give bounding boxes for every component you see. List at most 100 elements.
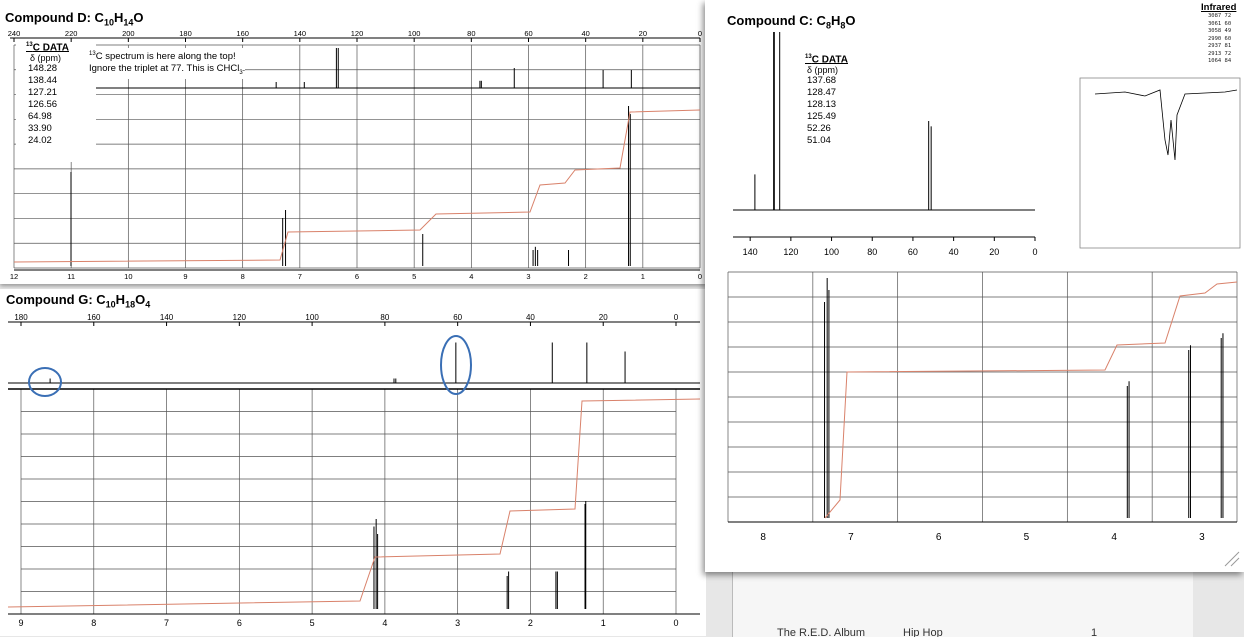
h1-tick-label: 12 — [10, 272, 18, 281]
integral-curve — [824, 281, 1238, 519]
h1-tick-label: 9 — [18, 618, 23, 628]
h1-tick-label: 6 — [936, 532, 942, 543]
c13-unit: δ (ppm) — [30, 53, 62, 64]
h1-tick-label: 7 — [848, 532, 854, 543]
c13-value: 128.47 — [807, 87, 837, 99]
h1-tick-label: 5 — [412, 272, 416, 281]
h1-tick-label: 7 — [298, 272, 302, 281]
c13-value: 126.56 — [28, 99, 58, 111]
c13-value: 125.49 — [807, 111, 837, 123]
h1-tick-label: 11 — [67, 272, 75, 281]
compound-g-spectrum: 180 160 140 120 100 80 60 40 20 0 9 8 7 6 5 4 3 2 1 0 — [7, 313, 701, 628]
c13-value: 51.04 — [807, 135, 831, 147]
c13-unit: δ (ppm) — [807, 65, 839, 76]
c13-tick-label: 140 — [294, 29, 307, 38]
c13-tick-label: 40 — [949, 247, 959, 257]
h1-tick-label: 4 — [469, 272, 473, 281]
c13-tick-label: 80 — [467, 29, 475, 38]
c13-tick-label: 80 — [867, 247, 877, 257]
c13-value: 138.44 — [28, 75, 58, 87]
compound-d-c13-table: 13C DATA δ (ppm) 148.28 138.44 127.21 126.5… — [16, 42, 96, 162]
c13-tick-label: 120 — [233, 313, 247, 322]
c13-tick-label: 180 — [14, 313, 28, 322]
c13-tick-label: 60 — [524, 29, 532, 38]
c13-tick-label: 0 — [1032, 247, 1037, 257]
c13-tick-label: 40 — [526, 313, 535, 322]
c13-tick-label: 80 — [380, 313, 389, 322]
c13-tick-label: 60 — [453, 313, 462, 322]
h1-tick-label: 3 — [1199, 532, 1205, 543]
h1-tick-label: 8 — [241, 272, 245, 281]
c13-tick-label: 60 — [908, 247, 918, 257]
compound-d-note: 13C spectrum is here along the top! Igno… — [89, 48, 246, 80]
c13-tick-label: 120 — [351, 29, 364, 38]
c13-value: 137.68 — [807, 75, 837, 87]
c13-value: 127.21 — [28, 87, 58, 99]
h1-tick-label: 5 — [310, 618, 315, 628]
h1-tick-label: 0 — [673, 618, 678, 628]
h1-tick-label: 10 — [124, 272, 132, 281]
h1-tick-label: 9 — [183, 272, 187, 281]
compound-d-panel: Compound D: C10H14O 240 220 200 180 160 140 12… — [0, 0, 706, 284]
c13-tick-label: 220 — [65, 29, 78, 38]
resize-grip — [1224, 551, 1240, 567]
h1-tick-label: 6 — [355, 272, 359, 281]
c13-tick-label: 40 — [581, 29, 589, 38]
h1-tick-label: 4 — [382, 618, 387, 628]
ir-peak-table: 3087 72 3061 60 3058 49 2990 60 2937 81 2913 … — [1208, 13, 1231, 66]
h1-tick-label: 8 — [760, 532, 766, 543]
ir-row: 3087 72 — [1208, 13, 1232, 19]
c13-value-list: 137.68 128.47 128.13 125.49 52.26 51.04 — [807, 75, 848, 147]
c13-tick-label: 160 — [87, 313, 101, 322]
c13-value: 128.13 — [807, 99, 837, 111]
c13-tick-label: 140 — [743, 247, 758, 257]
compound-c-panel: Compound C: C8H8O 140 120 100 80 60 40 20 0 8 7 6 5… — [705, 0, 1244, 572]
h1-tick-label: 7 — [164, 618, 169, 628]
compound-c-c13-table: 13C DATA δ (ppm) 137.68 128.47 128.13 125.4… — [805, 54, 848, 147]
ir-row: 2937 81 — [1208, 43, 1232, 49]
c13-tick-label: 160 — [236, 29, 249, 38]
c13-tick-label: 20 — [639, 29, 647, 38]
ir-frame — [1079, 77, 1241, 249]
c13-tick-label: 140 — [160, 313, 174, 322]
h1-tick-label: 3 — [455, 618, 460, 628]
c13-value-list: 148.28 138.44 127.21 126.56 64.98 33.90 24.02 — [28, 63, 96, 147]
c13-header: 13C DATA — [805, 54, 848, 66]
c13-tick-label: 180 — [179, 29, 192, 38]
c13-tick-label: 100 — [305, 313, 319, 322]
h1-tick-label: 3 — [526, 272, 530, 281]
ir-row: 3058 49 — [1208, 28, 1232, 34]
c13-value: 52.26 — [807, 123, 831, 135]
c13-tick-label: 120 — [783, 247, 798, 257]
integral-curve — [7, 398, 701, 608]
h1-tick-label: 4 — [1111, 532, 1117, 543]
highlight-circle — [28, 367, 62, 397]
ir-title: Infrared — [1201, 2, 1237, 13]
h1-tick-label: 1 — [641, 272, 645, 281]
ir-row: 2913 72 — [1208, 50, 1232, 57]
c13-tick-label: 0 — [698, 29, 702, 38]
h1-tick-label: 5 — [1024, 532, 1030, 543]
compound-c-spectrum: 140 120 100 80 60 40 20 0 8 7 6 5 4 3 — [727, 32, 1241, 567]
compound-g-panel: Compound G: C10H18O4 180 160 140 120 100 80 60… — [0, 289, 706, 636]
ir-row: 3061 60 — [1208, 20, 1232, 27]
c13-tick-label: 200 — [122, 29, 135, 38]
c13-value: 24.02 — [28, 135, 52, 147]
c13-header: 13C DATA — [26, 42, 69, 54]
c13-value: 64.98 — [28, 111, 52, 123]
h1-tick-label: 2 — [584, 272, 588, 281]
c13-tick-label: 0 — [674, 313, 679, 322]
h1-tick-label: 6 — [237, 618, 242, 628]
h1-tick-label: 1 — [601, 618, 606, 628]
c13-value: 33.90 — [28, 123, 52, 135]
c13-tick-label: 100 — [408, 29, 421, 38]
h1-tick-label: 8 — [91, 618, 96, 628]
ir-row: 1064 84 — [1208, 58, 1232, 64]
h1-tick-label: 0 — [698, 272, 702, 281]
c13-tick-label: 20 — [989, 247, 999, 257]
h1-tick-label: 2 — [528, 618, 533, 628]
c13-tick-label: 20 — [599, 313, 608, 322]
ir-row: 2990 60 — [1208, 35, 1232, 42]
compound-d-spectrum: 240 220 200 180 160 140 120 100 80 60 40 20 012 11 10 9… — [8, 29, 702, 281]
c13-tick-label: 240 — [8, 29, 21, 38]
